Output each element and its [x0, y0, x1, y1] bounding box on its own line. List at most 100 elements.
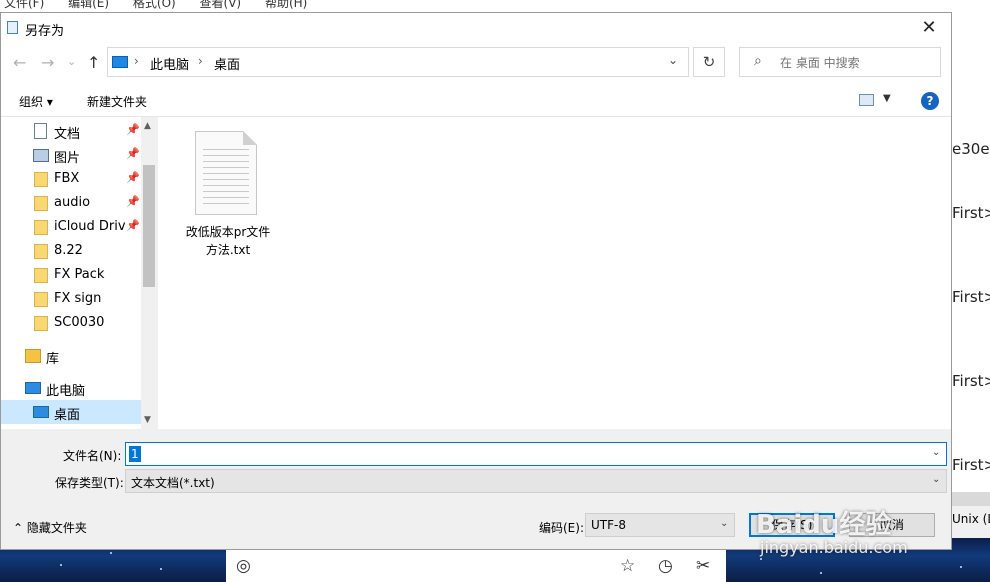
bg-text-line: First> — [952, 372, 990, 390]
search-icon: ⌕ — [754, 53, 762, 69]
nav-item-icloud[interactable]: iCloud Driv 📌 — [1, 215, 141, 239]
filename-input[interactable]: 1 ⌄ — [125, 442, 947, 466]
nav-item-library[interactable]: 库 — [1, 344, 141, 368]
chevron-down-icon[interactable]: ⌄ — [720, 518, 728, 529]
breadcrumb-this-pc[interactable]: 此电脑 — [150, 54, 189, 73]
star-icon[interactable]: ☆ — [620, 556, 635, 576]
pin-icon: 📌 — [126, 219, 140, 232]
bg-text-line: First> — [952, 288, 990, 306]
background-menu-bar: 文件(F) 编辑(E) 格式(O) 查看(V) 帮助(H) — [0, 0, 990, 12]
folder-icon — [34, 244, 48, 259]
chevron-down-icon[interactable]: ⌄ — [668, 53, 678, 67]
nav-item-sc0030[interactable]: SC0030 — [1, 311, 141, 335]
pin-icon: 📌 — [126, 195, 140, 208]
history-icon[interactable]: ◷ — [658, 556, 673, 576]
library-icon — [25, 349, 41, 363]
scroll-up-icon[interactable]: ▲ — [144, 121, 151, 131]
nav-item-label: 桌面 — [54, 408, 81, 423]
help-icon[interactable]: ? — [921, 92, 939, 110]
folder-icon — [34, 196, 48, 211]
save-as-dialog: 另存为 ✕ ← → ⌄ ↑ › 此电脑 › 桌面 ⌄ ↻ ⌕ 组织 ▾ 新建文件… — [0, 12, 952, 550]
hide-folders-button[interactable]: ⌃ 隐藏文件夹 — [13, 519, 87, 536]
forward-icon[interactable]: → — [41, 53, 54, 72]
command-bar: 组织 ▾ 新建文件夹 ▼ ? — [1, 85, 951, 117]
bg-text-line: First> — [952, 456, 990, 474]
address-bar[interactable]: › 此电脑 › 桌面 ⌄ — [107, 47, 689, 77]
desktop-icon — [33, 406, 49, 418]
recent-locations-icon[interactable]: ⌄ — [67, 55, 76, 68]
organize-button[interactable]: 组织 ▾ — [19, 93, 53, 110]
chevron-down-icon[interactable]: ⌄ — [932, 447, 940, 458]
search-input[interactable] — [778, 52, 940, 74]
nav-item-pictures[interactable]: 图片 📌 — [1, 143, 141, 167]
nav-item-audio[interactable]: audio 📌 — [1, 191, 141, 215]
file-name-line: 方法.txt — [205, 243, 251, 257]
nav-item-documents[interactable]: 文档 📌 — [1, 119, 141, 143]
nav-item-fbx[interactable]: FBX 📌 — [1, 167, 141, 191]
nav-item-label: FX Pack — [54, 267, 105, 282]
nav-item-fx-pack[interactable]: FX Pack — [1, 263, 141, 287]
text-file-icon[interactable] — [195, 131, 257, 215]
navigation-pane: 文档 📌 图片 📌 FBX 📌 audio 📌 iCloud Driv 📌 8.… — [1, 117, 157, 429]
encoding-value: UTF-8 — [591, 518, 626, 532]
nav-item-label: iCloud Driv — [54, 219, 126, 234]
folder-icon — [34, 268, 48, 283]
folder-icon — [34, 292, 48, 307]
view-dropdown-icon[interactable]: ▼ — [883, 93, 891, 104]
dialog-title: 另存为 — [25, 24, 65, 39]
folder-icon — [34, 316, 48, 331]
bg-menu-edit: 编辑(E) — [68, 0, 110, 10]
nav-item-8-22[interactable]: 8.22 — [1, 239, 141, 263]
encoding-select[interactable]: UTF-8 ⌄ — [585, 513, 735, 537]
scrollbar-thumb[interactable] — [143, 165, 155, 287]
filetype-value: 文本文档(*.txt) — [131, 476, 215, 490]
folder-icon — [34, 220, 48, 235]
bg-menu-file: 文件(F) — [4, 0, 45, 10]
document-icon — [34, 123, 47, 139]
nav-item-label: SC0030 — [54, 315, 105, 330]
pin-icon: 📌 — [126, 147, 140, 160]
tools-icon[interactable]: ✂ — [696, 556, 710, 576]
breadcrumb-separator: › — [134, 54, 139, 68]
nav-item-label: FBX — [54, 171, 80, 186]
breadcrumb-separator: › — [198, 54, 203, 68]
notepad-icon — [7, 21, 18, 34]
nav-item-label: audio — [54, 195, 91, 210]
nav-item-label: 8.22 — [54, 243, 83, 258]
pin-icon: 📌 — [126, 123, 140, 136]
bg-text-line: First> — [952, 204, 990, 222]
nav-item-label: 图片 — [54, 151, 81, 166]
nav-item-fx-sign[interactable]: FX sign — [1, 287, 141, 311]
baidu-watermark: Baidu经验 jingyan.baidu.com — [756, 476, 986, 562]
filename-label: 文件名(N): — [63, 449, 122, 463]
nav-item-desktop[interactable]: 桌面 — [1, 400, 141, 424]
bg-menu-view: 查看(V) — [199, 0, 242, 10]
nav-item-this-pc[interactable]: 此电脑 — [1, 376, 141, 400]
address-row: ← → ⌄ ↑ › 此电脑 › 桌面 ⌄ ↻ ⌕ — [1, 43, 951, 85]
scroll-down-icon[interactable]: ▼ — [144, 415, 151, 425]
bg-menu-help: 帮助(H) — [264, 0, 308, 10]
bg-menu-format: 格式(O) — [132, 0, 176, 10]
up-icon[interactable]: ↑ — [87, 53, 100, 72]
breadcrumb-desktop[interactable]: 桌面 — [214, 54, 240, 73]
dialog-titlebar: 另存为 ✕ — [1, 13, 951, 43]
computer-icon — [112, 56, 128, 68]
file-name[interactable]: 改低版本pr文件 方法.txt — [178, 223, 278, 259]
nav-item-label: 此电脑 — [46, 384, 86, 399]
back-icon[interactable]: ← — [13, 53, 26, 72]
nav-scrollbar[interactable]: ▲ ▼ — [141, 117, 157, 429]
pin-icon: 📌 — [126, 171, 140, 184]
close-button[interactable]: ✕ — [907, 13, 951, 43]
filename-value[interactable]: 1 — [129, 446, 141, 462]
watermark-url: jingyan.baidu.com — [760, 538, 908, 557]
pictures-icon — [33, 149, 49, 162]
refresh-button[interactable]: ↻ — [693, 47, 725, 77]
folder-icon — [34, 172, 48, 187]
search-icon[interactable]: ◎ — [236, 556, 251, 576]
new-folder-button[interactable]: 新建文件夹 — [87, 93, 147, 110]
filetype-label: 保存类型(T): — [55, 476, 124, 490]
view-icon[interactable] — [859, 94, 874, 106]
file-name-line: 改低版本pr文件 — [185, 225, 271, 239]
watermark-brand: Baidu经验 — [756, 510, 892, 540]
search-box[interactable]: ⌕ — [739, 47, 941, 77]
